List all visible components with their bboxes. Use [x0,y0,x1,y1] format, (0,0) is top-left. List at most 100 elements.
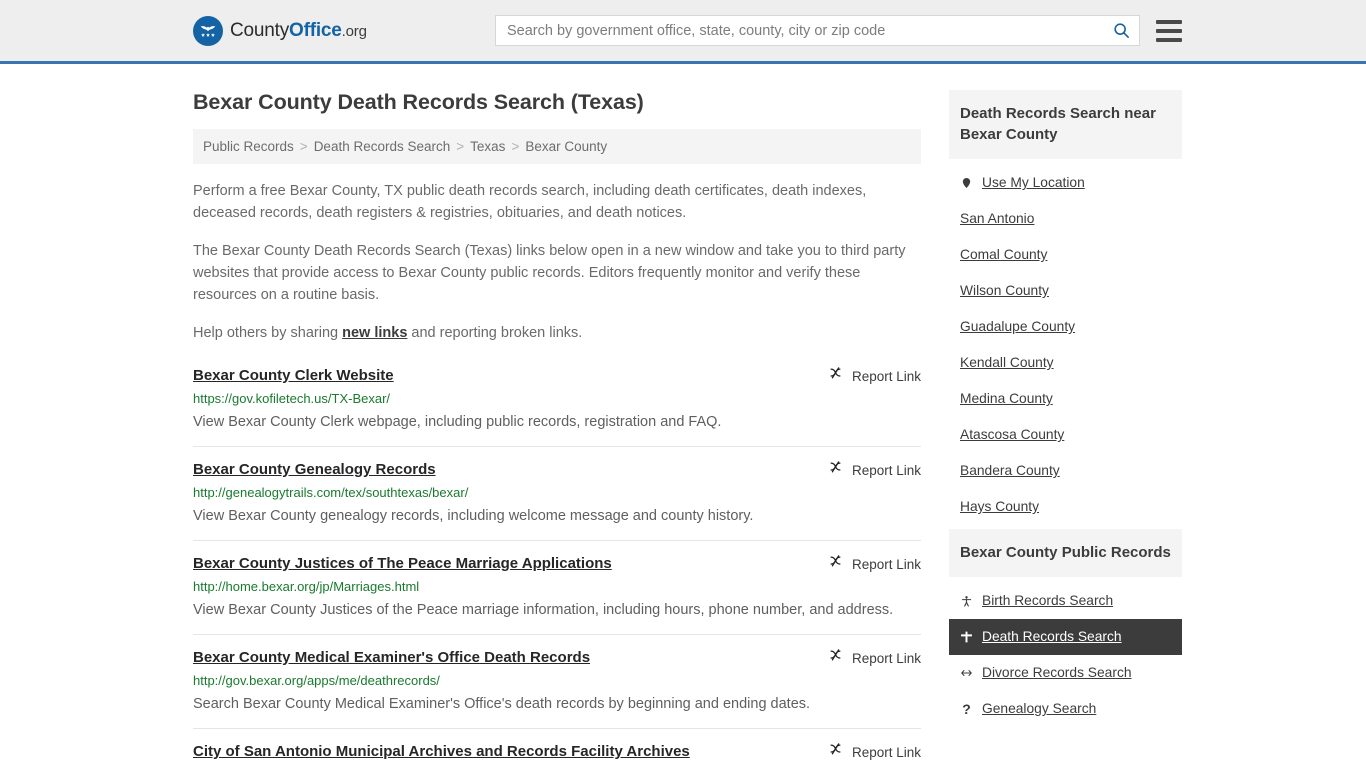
resource-link-description: View Bexar County Clerk webpage, includi… [193,414,722,430]
map-pin-icon [960,176,973,190]
resource-link-description: View Bexar County genealogy records, inc… [193,508,754,524]
sidebar-nearby-item-san-antonio[interactable]: San Antonio [949,201,1182,237]
report-link-button[interactable]: Report Link [828,554,921,574]
sidebar-item-label: Divorce Records Search [982,665,1132,680]
report-link-label: Report Link [851,744,921,760]
broken-link-icon [828,554,843,574]
sidebar-nearby-item-use-my-location[interactable]: Use My Location [949,165,1182,201]
search-icon[interactable] [1109,19,1133,43]
sidebar-nearby-item-hays-county[interactable]: Hays County [949,489,1182,525]
sidebar-records-item-genealogy-search[interactable]: ? Genealogy Search [949,691,1182,727]
sidebar-item-label: Birth Records Search [982,593,1114,608]
sidebar-item-label: Medina County [960,391,1053,406]
sidebar-records-item-divorce-records-search[interactable]: Divorce Records Search [949,655,1182,691]
report-link-label: Report Link [851,462,921,478]
sidebar-public-records-block: Bexar County Public Records Birth Record… [949,529,1182,727]
broken-link-icon [828,742,843,762]
sidebar-item-label: Atascosa County [960,427,1065,442]
broken-link-icon [828,366,843,386]
report-link-button[interactable]: Report Link [828,648,921,668]
sidebar-nearby-block: Death Records Search near Bexar County U… [949,90,1182,525]
sidebar-nearby-item-guadalupe-county[interactable]: Guadalupe County [949,309,1182,345]
breadcrumb-separator: > [299,139,308,154]
cross-icon [960,630,973,644]
report-link-button[interactable]: Report Link [828,460,921,480]
breadcrumb: Public Records > Death Records Search > … [193,129,921,164]
sidebar-nearby-item-wilson-county[interactable]: Wilson County [949,273,1182,309]
intro-paragraph-2: The Bexar County Death Records Search (T… [193,243,906,303]
sidebar-item-label: Use My Location [982,175,1085,190]
logo-text-county: County [230,19,290,41]
intro-text: Perform a free Bexar County, TX public d… [193,164,921,344]
sidebar: Death Records Search near Bexar County U… [949,64,1182,731]
sidebar-nearby-item-medina-county[interactable]: Medina County [949,381,1182,417]
logo-text-org: .org [341,22,367,40]
sidebar-item-label: Bandera County [960,463,1060,478]
resource-link-item: Bexar County Medical Examiner's Office D… [193,634,921,728]
breadcrumb-item-death-records-search[interactable]: Death Records Search [314,139,451,154]
resource-link-title[interactable]: Bexar County Clerk Website [193,366,394,386]
search-box[interactable] [495,15,1140,46]
resource-link-title[interactable]: Bexar County Justices of The Peace Marri… [193,554,612,574]
intro-p3-after: and reporting broken links. [407,325,583,341]
resource-link-title[interactable]: Bexar County Genealogy Records [193,460,436,480]
report-link-button[interactable]: Report Link [828,742,921,762]
resource-link-url: http://home.bexar.org/jp/Marriages.html [193,579,420,594]
broken-link-icon [828,460,843,480]
resource-link-url: http://genealogytrails.com/tex/southtexa… [193,485,469,500]
baby-icon [960,594,973,608]
resource-link-description: Search Bexar County Medical Examiner's O… [193,696,811,712]
resource-link-description: View Bexar County Justices of the Peace … [193,602,894,618]
sidebar-nearby-item-atascosa-county[interactable]: Atascosa County [949,417,1182,453]
sidebar-records-item-death-records-search[interactable]: Death Records Search [949,619,1182,655]
sidebar-item-label: Kendall County [960,355,1054,370]
sidebar-item-label: San Antonio [960,211,1035,226]
site-logo[interactable]: CountyOffice.org [193,15,367,46]
hamburger-bar-1 [1156,19,1182,24]
hamburger-menu-icon[interactable] [1156,19,1182,42]
sidebar-public-records-list: Birth Records Search Death Records Search… [949,577,1182,727]
breadcrumb-separator: > [456,139,465,154]
resource-link-item: Bexar County Clerk Website Report Link htt… [193,360,921,446]
intro-paragraph-1: Perform a free Bexar County, TX public d… [193,183,867,221]
hamburger-bar-2 [1156,28,1182,33]
logo-text-office: Office [289,19,342,41]
report-link-label: Report Link [851,368,921,384]
question-mark-icon: ? [962,701,971,717]
broken-link-icon [828,648,843,668]
sidebar-item-label: Death Records Search [982,629,1122,644]
sidebar-nearby-item-bandera-county[interactable]: Bandera County [949,453,1182,489]
sidebar-item-label: Comal County [960,247,1048,262]
sidebar-nearby-heading: Death Records Search near Bexar County [949,90,1182,159]
new-links-link[interactable]: new links [342,325,407,341]
report-link-label: Report Link [851,556,921,572]
sidebar-item-label: Wilson County [960,283,1049,298]
breadcrumb-item-texas[interactable]: Texas [470,139,505,154]
resource-link-url: http://gov.bexar.org/apps/me/deathrecord… [193,673,440,688]
sidebar-item-label: Genealogy Search [982,701,1097,716]
page-container: Bexar County Death Records Search (Texas… [0,64,1366,768]
sidebar-records-item-birth-records-search[interactable]: Birth Records Search [949,583,1182,619]
resource-link-item: City of San Antonio Municipal Archives a… [193,728,921,768]
sidebar-nearby-item-kendall-county[interactable]: Kendall County [949,345,1182,381]
hamburger-bar-3 [1156,37,1182,42]
resource-link-title[interactable]: City of San Antonio Municipal Archives a… [193,742,690,762]
resource-link-list: Bexar County Clerk Website Report Link htt… [193,360,921,768]
sidebar-item-label: Hays County [960,499,1039,514]
main-column: Bexar County Death Records Search (Texas… [193,64,921,768]
sidebar-public-records-heading: Bexar County Public Records [949,529,1182,577]
sidebar-nearby-item-comal-county[interactable]: Comal County [949,237,1182,273]
report-link-button[interactable]: Report Link [828,366,921,386]
search-input[interactable] [507,22,1109,39]
sidebar-item-label: Guadalupe County [960,319,1076,334]
breadcrumb-separator: > [511,139,520,154]
report-link-label: Report Link [851,650,921,666]
resource-link-title[interactable]: Bexar County Medical Examiner's Office D… [193,648,590,668]
header-search-area [495,15,1182,46]
breadcrumb-item-bexar-county[interactable]: Bexar County [525,139,607,154]
breadcrumb-item-public-records[interactable]: Public Records [203,139,294,154]
intro-paragraph-3: Help others by sharing new links and rep… [193,322,921,344]
site-logo-text: CountyOffice.org [230,20,367,42]
intro-p3-before: Help others by sharing [193,325,343,341]
resource-link-item: Bexar County Justices of The Peace Marri… [193,540,921,634]
